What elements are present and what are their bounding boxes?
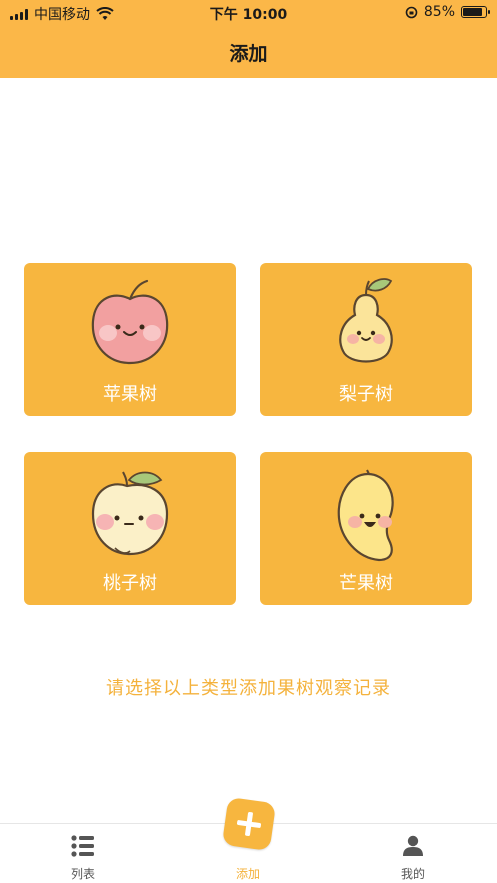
- add-button[interactable]: [221, 796, 277, 852]
- card-label: 芒果树: [339, 573, 393, 594]
- plus-icon: [236, 811, 262, 837]
- card-pear-tree[interactable]: 梨子树: [260, 263, 472, 416]
- battery-percent: 85%: [423, 4, 455, 20]
- tab-add-label: 添加: [235, 867, 260, 881]
- card-label: 梨子树: [339, 384, 393, 405]
- tab-list-label: 列表: [70, 867, 95, 881]
- page-title: 添加: [229, 42, 268, 65]
- battery-icon: [461, 6, 490, 18]
- orientation-lock-icon: [405, 6, 418, 18]
- tab-mine[interactable]: 我的: [353, 824, 473, 883]
- card-apple-tree[interactable]: 苹果树: [24, 263, 236, 416]
- pear-icon: [339, 278, 393, 363]
- battery-fill: [463, 8, 482, 16]
- nav-bar: 添加: [0, 26, 497, 78]
- tab-mine-label: 我的: [400, 867, 425, 881]
- card-label: 苹果树: [103, 384, 157, 405]
- status-bar: 中国移动 下午 10:00 85%: [0, 0, 497, 26]
- status-right: 85%: [405, 4, 490, 20]
- card-mango-tree[interactable]: 芒果树: [260, 452, 472, 605]
- list-icon: [71, 835, 94, 857]
- apple-icon: [91, 279, 169, 365]
- card-label: 桃子树: [103, 573, 157, 594]
- tab-list[interactable]: 列表: [23, 824, 143, 883]
- user-icon: [403, 835, 423, 856]
- card-peach-tree[interactable]: 桃子树: [24, 452, 236, 605]
- tab-add[interactable]: 添加: [188, 796, 308, 883]
- tab-bar: 列表 添加 我的: [0, 796, 497, 883]
- peach-icon: [91, 471, 169, 556]
- mango-icon: [337, 469, 394, 562]
- hint-text: 请选择以上类型添加果树观察记录: [106, 678, 391, 699]
